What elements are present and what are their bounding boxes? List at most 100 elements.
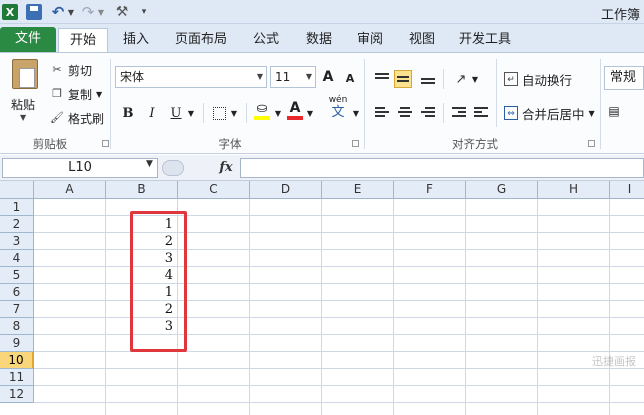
redo-dropdown-icon[interactable]: ▼	[96, 3, 106, 21]
copy-label: 复制	[68, 87, 93, 102]
align-right-icon[interactable]	[419, 103, 437, 121]
fill-color-dropdown-icon[interactable]: ▼	[273, 103, 283, 123]
currency-format-icon[interactable]: ▤	[606, 101, 622, 121]
grow-font-button[interactable]: A	[320, 67, 336, 87]
column-header-d[interactable]: D	[250, 181, 322, 199]
title-bar: X ↶ ▼ ↷ ▼ ⚒ ▾ 工作簿	[0, 0, 644, 24]
tab-view[interactable]: 视图	[400, 28, 444, 52]
select-all-corner[interactable]	[0, 181, 34, 199]
align-left-icon[interactable]	[373, 103, 391, 121]
tab-data[interactable]: 数据	[297, 28, 341, 52]
column-header-g[interactable]: G	[466, 181, 538, 199]
shrink-font-button[interactable]: A	[343, 68, 357, 88]
gridline	[34, 351, 644, 352]
row-header-3[interactable]: 3	[0, 233, 34, 250]
align-middle-icon[interactable]	[394, 70, 412, 88]
column-header-h[interactable]: H	[538, 181, 610, 199]
phonetic-button[interactable]: wén 文	[327, 94, 349, 120]
save-icon[interactable]	[26, 4, 42, 20]
orientation-icon[interactable]: ↗	[452, 69, 470, 89]
paste-button[interactable]: 粘贴	[11, 96, 35, 113]
bold-button[interactable]: B	[120, 103, 136, 123]
decrease-indent-icon[interactable]	[450, 103, 468, 121]
tab-file[interactable]: 文件	[0, 27, 56, 52]
row-header-6[interactable]: 6	[0, 284, 34, 301]
row-header-4[interactable]: 4	[0, 250, 34, 267]
tab-formulas[interactable]: 公式	[244, 28, 288, 52]
increase-indent-icon[interactable]	[472, 103, 490, 121]
align-bottom-icon[interactable]	[419, 70, 437, 88]
paste-icon[interactable]	[12, 59, 38, 89]
number-format-select[interactable]: 常规	[604, 66, 644, 90]
fill-color-button[interactable]: ⛀	[252, 101, 272, 121]
phonetic-dropdown-icon[interactable]: ▼	[351, 103, 361, 123]
tab-page-layout[interactable]: 页面布局	[170, 28, 232, 52]
column-header-c[interactable]: C	[178, 181, 250, 199]
merge-dropdown-icon[interactable]: ▼	[589, 109, 595, 118]
tab-developer[interactable]: 开发工具	[452, 28, 518, 52]
customize-toolbar-icon[interactable]: ▾	[138, 3, 150, 21]
paste-dropdown-icon[interactable]: ▼	[20, 113, 26, 122]
spreadsheet-grid[interactable]: A B C D E F G H I 1 2 3 4 5 6 7 8 9 10 1…	[0, 181, 644, 415]
border-icon[interactable]	[211, 103, 227, 123]
alignment-launcher-icon[interactable]	[588, 140, 595, 147]
tools-icon[interactable]: ⚒	[113, 3, 131, 21]
cut-button[interactable]: ✂ 剪切	[50, 61, 92, 79]
row-header-5[interactable]: 5	[0, 267, 34, 284]
name-box[interactable]: L10	[2, 158, 158, 178]
column-header-a[interactable]: A	[34, 181, 106, 199]
excel-logo-icon[interactable]: X	[2, 4, 18, 20]
column-header-e[interactable]: E	[322, 181, 394, 199]
copy-icon: ❐	[52, 87, 62, 100]
brush-icon: 🖌	[50, 111, 64, 124]
clipboard-group-label: 剪贴板	[32, 137, 68, 151]
clipboard-launcher-icon[interactable]	[102, 140, 109, 147]
tab-insert[interactable]: 插入	[114, 28, 158, 52]
row-header-11[interactable]: 11	[0, 369, 34, 386]
copy-button[interactable]: ❐ 复制 ▼	[50, 85, 102, 103]
gridline	[34, 402, 644, 403]
phonetic-pinyin: wén	[328, 94, 348, 105]
row-header-12[interactable]: 12	[0, 386, 34, 403]
border-grid-icon	[212, 106, 226, 120]
italic-button[interactable]: I	[144, 103, 160, 123]
separator	[443, 69, 444, 89]
tab-review[interactable]: 审阅	[348, 28, 392, 52]
formula-input[interactable]	[240, 158, 644, 178]
merge-center-button[interactable]: ⇔ 合并后居中 ▼	[504, 103, 595, 123]
undo-icon[interactable]: ↶	[50, 3, 66, 21]
wrap-text-button[interactable]: ↵ 自动换行	[504, 69, 572, 89]
column-header-f[interactable]: F	[394, 181, 466, 199]
font-size-select[interactable]: 11 ▼	[270, 66, 316, 88]
border-dropdown-icon[interactable]: ▼	[229, 103, 239, 123]
align-center-icon[interactable]	[396, 103, 414, 121]
row-header-8[interactable]: 8	[0, 318, 34, 335]
ribbon-tabs: 文件 开始 插入 页面布局 公式 数据 审阅 视图 开发工具	[0, 24, 644, 52]
row-header-1[interactable]: 1	[0, 199, 34, 216]
orientation-dropdown-icon[interactable]: ▼	[470, 69, 480, 89]
name-box-dropdown-icon[interactable]: ▼	[146, 159, 153, 169]
format-painter-button[interactable]: 🖌 格式刷	[50, 109, 104, 127]
underline-button[interactable]: U	[168, 103, 184, 123]
font-launcher-icon[interactable]	[352, 140, 359, 147]
redo-icon[interactable]: ↷	[80, 3, 96, 21]
insert-function-button[interactable]: fx	[216, 159, 236, 177]
row-header-10[interactable]: 10	[0, 352, 34, 369]
merge-cells-icon: ⇔	[504, 106, 518, 120]
separator	[203, 103, 204, 123]
font-color-dropdown-icon[interactable]: ▼	[305, 103, 315, 123]
row-header-2[interactable]: 2	[0, 216, 34, 233]
formula-bar-resize-handle[interactable]	[162, 160, 184, 176]
font-name-select[interactable]: 宋体 ▼	[115, 66, 267, 88]
font-color-button[interactable]: A	[286, 100, 304, 120]
font-name-value: 宋体	[120, 70, 145, 84]
tab-home[interactable]: 开始	[58, 28, 108, 52]
column-header-b[interactable]: B	[106, 181, 178, 199]
row-header-7[interactable]: 7	[0, 301, 34, 318]
row-header-9[interactable]: 9	[0, 335, 34, 352]
align-top-icon[interactable]	[373, 69, 391, 87]
underline-dropdown-icon[interactable]: ▼	[186, 103, 196, 123]
copy-dropdown-icon[interactable]: ▼	[96, 90, 102, 99]
undo-dropdown-icon[interactable]: ▼	[66, 3, 76, 21]
column-header-i[interactable]: I	[610, 181, 644, 199]
